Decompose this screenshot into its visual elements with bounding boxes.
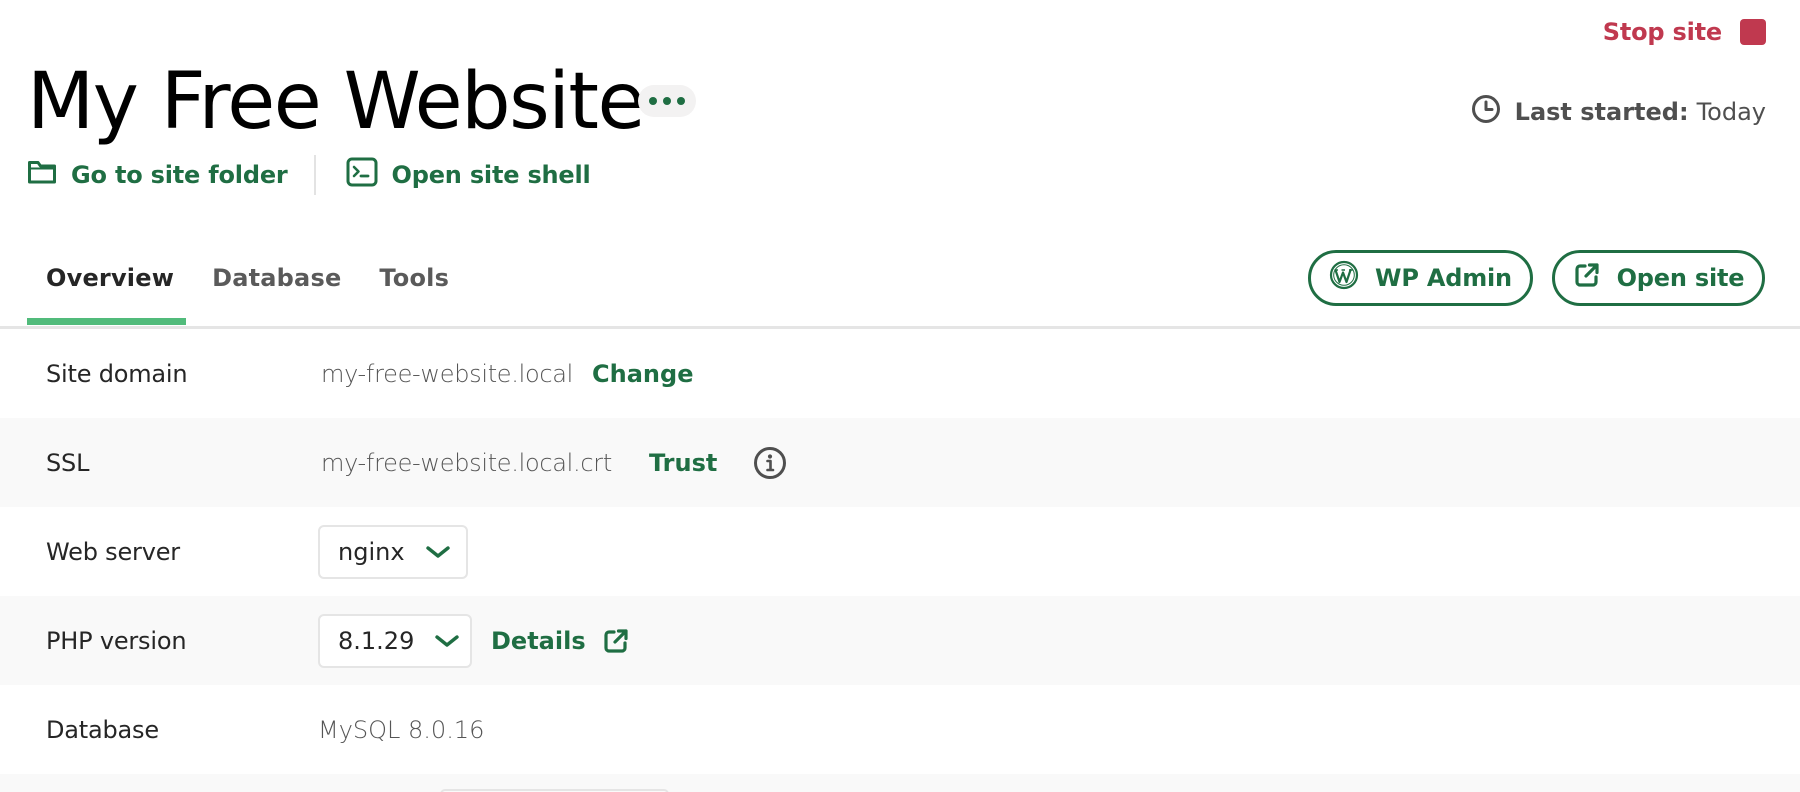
- ellipsis-dot: [663, 97, 671, 105]
- web-server-label: Web server: [46, 537, 180, 566]
- web-server-select[interactable]: nginx: [318, 524, 468, 579]
- go-to-site-folder-label: Go to site folder: [71, 161, 288, 189]
- trust-certificate-link[interactable]: Trust: [649, 449, 717, 477]
- change-domain-link[interactable]: Change: [592, 360, 693, 388]
- site-domain-value: my-free-website.local: [321, 359, 574, 388]
- external-link-icon: [1573, 261, 1601, 295]
- site-domain-value-group: my-free-website.local Change: [321, 360, 693, 388]
- web-server-value-group: nginx: [318, 524, 468, 579]
- go-to-site-folder-link[interactable]: Go to site folder: [27, 159, 288, 191]
- chevron-down-icon: [425, 538, 451, 566]
- open-site-shell-label: Open site shell: [391, 161, 591, 189]
- site-links: Go to site folder Open site shell: [27, 155, 591, 195]
- php-version-select[interactable]: 8.1.29: [318, 613, 472, 668]
- stop-site-button[interactable]: Stop site: [1603, 16, 1766, 48]
- site-domain-row: Site domain my-free-website.local Change: [0, 329, 1800, 418]
- more-options-button[interactable]: [638, 85, 696, 117]
- last-started-value: Today: [1696, 98, 1766, 126]
- page-title: My Free Website: [27, 57, 646, 147]
- php-details-label: Details: [491, 626, 586, 655]
- php-details-link[interactable]: Details: [491, 627, 630, 655]
- site-domain-label: Site domain: [46, 359, 188, 388]
- open-site-label: Open site: [1616, 264, 1745, 292]
- database-row: Database MySQL 8.0.16: [0, 685, 1800, 774]
- web-server-selected-value: nginx: [338, 537, 405, 566]
- php-version-label: PHP version: [46, 626, 187, 655]
- ellipsis-icon: [649, 97, 657, 105]
- chevron-down-icon: [434, 627, 460, 655]
- folder-icon: [27, 159, 57, 191]
- last-started-label: Last started:: [1514, 98, 1689, 126]
- php-version-value-group: 8.1.29 Details: [318, 613, 630, 668]
- ssl-certificate-value: my-free-website.local.crt: [321, 448, 612, 477]
- clock-icon: [1471, 94, 1501, 130]
- database-label: Database: [46, 715, 159, 744]
- ssl-value-group: my-free-website.local.crt Trust: [321, 446, 787, 480]
- web-server-row: Web server nginx: [0, 507, 1800, 596]
- stop-site-label: Stop site: [1602, 18, 1722, 46]
- wp-admin-button[interactable]: WP Admin: [1308, 250, 1533, 306]
- php-version-selected-value: 8.1.29: [338, 626, 415, 655]
- external-link-icon: [602, 627, 630, 655]
- ssl-row: SSL my-free-website.local.crt Trust: [0, 418, 1800, 507]
- partial-row: [0, 774, 1800, 792]
- ssl-label: SSL: [46, 448, 90, 477]
- divider: [313, 155, 316, 195]
- wp-admin-label: WP Admin: [1375, 264, 1512, 292]
- php-version-row: PHP version 8.1.29 Details: [0, 596, 1800, 685]
- terminal-icon: [346, 157, 378, 193]
- last-started-status: Last started: Today: [1471, 94, 1766, 130]
- tab-database[interactable]: Database: [193, 264, 360, 292]
- tab-overview[interactable]: Overview: [27, 264, 193, 292]
- open-site-button[interactable]: Open site: [1552, 250, 1765, 306]
- active-tab-indicator: [27, 318, 186, 325]
- info-icon[interactable]: [753, 446, 787, 480]
- wordpress-icon: [1329, 260, 1359, 296]
- tab-bar: Overview Database Tools: [27, 256, 468, 300]
- tab-tools[interactable]: Tools: [360, 264, 468, 292]
- stop-icon: [1740, 19, 1766, 45]
- ellipsis-dot: [677, 97, 685, 105]
- database-value: MySQL 8.0.16: [318, 715, 485, 744]
- open-site-shell-link[interactable]: Open site shell: [346, 157, 591, 193]
